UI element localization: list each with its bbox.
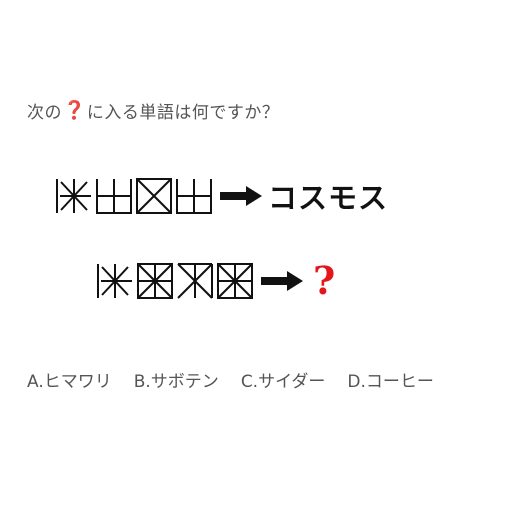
answer-question-mark: ?	[313, 258, 336, 303]
question-suffix: に入る単語は何ですか？	[86, 103, 280, 123]
option-b[interactable]: B.サボテン	[134, 367, 219, 392]
question-mark-icon: ❓	[63, 100, 86, 121]
glyph-fan-icon	[177, 263, 213, 299]
option-d[interactable]: D.コーヒー	[347, 367, 434, 392]
glyph-split-box-2-icon	[176, 179, 212, 214]
option-a[interactable]: A.ヒマワリ	[27, 367, 112, 392]
right-arrow-2-icon	[261, 271, 303, 291]
option-c[interactable]: C.サイダー	[241, 367, 326, 392]
question-prefix: 次の	[27, 103, 62, 123]
glyph-asterisk-bar-2-icon	[97, 264, 132, 298]
glyph-asterisk-bar-icon	[56, 179, 91, 213]
question-text: 次の ❓ に入る単語は何ですか？	[27, 98, 279, 123]
glyph-bowtie-box-icon	[136, 178, 172, 214]
glyph-split-box-icon	[96, 179, 132, 214]
puzzle-row-1: コスモス	[56, 175, 388, 217]
glyph-star-box-2-icon	[217, 263, 253, 299]
glyph-star-box-icon	[137, 263, 173, 299]
right-arrow-icon	[220, 186, 262, 206]
answer-text-1: コスモス	[268, 181, 389, 215]
puzzle-row-2: ?	[97, 262, 335, 300]
answer-options: A.ヒマワリ B.サボテン C.サイダー D.コーヒー	[27, 367, 434, 392]
